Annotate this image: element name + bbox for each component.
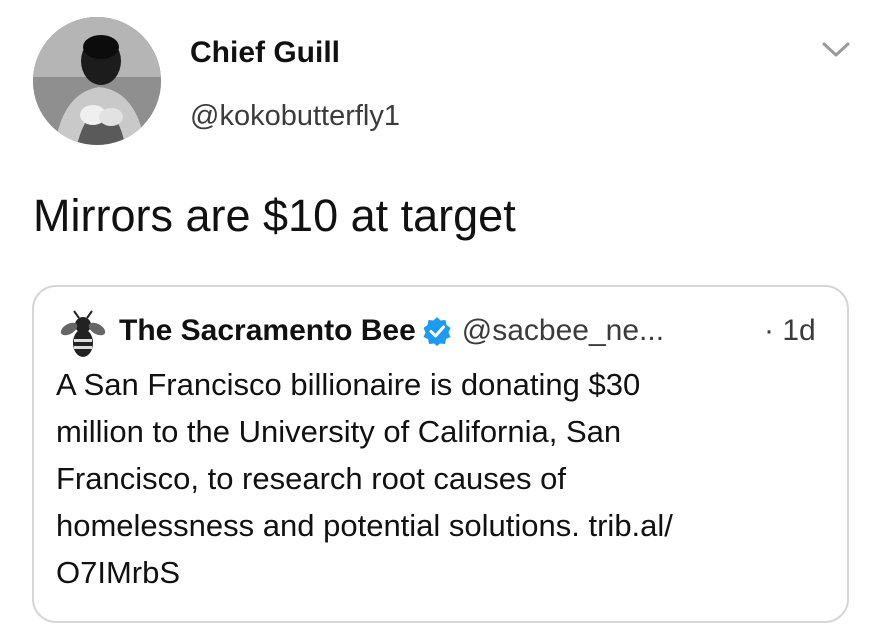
- avatar[interactable]: [33, 17, 161, 145]
- quoted-text-line[interactable]: homelessness and potential solutions. tr…: [56, 502, 826, 549]
- quoted-text-line: A San Francisco billionaire is donating …: [56, 367, 641, 402]
- quoted-author-handle[interactable]: @sacbee_ne...: [462, 314, 664, 348]
- quoted-tweet-card[interactable]: The Sacramento Bee @sacbee_ne... · 1d A …: [32, 285, 849, 623]
- quoted-tweet-text: A San Francisco billionaire is donating …: [56, 361, 826, 596]
- quoted-text-line[interactable]: O7IMrbS: [56, 549, 826, 596]
- author-display-name[interactable]: Chief Guill: [190, 36, 340, 70]
- quoted-text-line: Francisco, to research root causes of: [56, 461, 567, 496]
- quoted-text-line: million to the University of California,…: [56, 414, 622, 449]
- quoted-tweet-timestamp[interactable]: · 1d: [764, 309, 816, 353]
- avatar-photo: [33, 17, 161, 145]
- sacramento-bee-logo-icon: [59, 309, 107, 363]
- tweet: Chief Guill @kokobutterfly1 Mirrors are …: [0, 0, 881, 639]
- verified-badge-icon: [423, 317, 451, 346]
- quoted-author-name[interactable]: The Sacramento Bee: [119, 314, 416, 348]
- chevron-down-icon[interactable]: [816, 34, 856, 64]
- author-handle[interactable]: @kokobutterfly1: [190, 100, 400, 133]
- tweet-text: Mirrors are $10 at target: [33, 190, 516, 241]
- quoted-tweet-header: The Sacramento Bee @sacbee_ne...: [119, 309, 664, 353]
